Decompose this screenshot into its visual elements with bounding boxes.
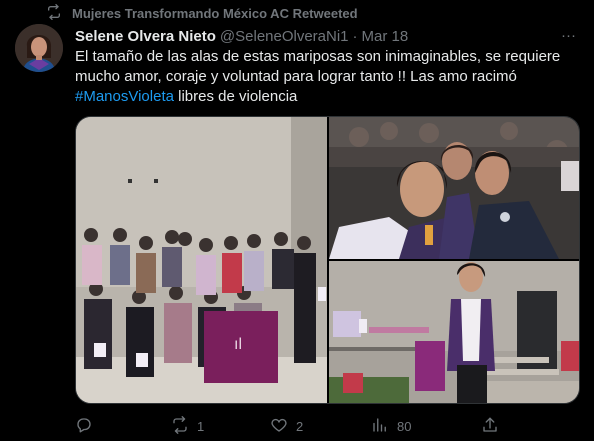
separator-dot: · (352, 27, 358, 45)
group-photo-with-banner[interactable]: ıl (76, 117, 327, 403)
retweet-label: Mujeres Transformando México AC Retweete… (72, 5, 358, 21)
svg-text:ıl: ıl (234, 336, 242, 353)
like-count: 2 (296, 418, 304, 434)
share-button[interactable] (481, 416, 507, 437)
reply-icon (75, 416, 93, 437)
woman-speaking-photo[interactable] (329, 261, 579, 403)
retweet-icon (171, 415, 189, 437)
tweet-body: El tamaño de las alas de estas mariposas… (75, 48, 561, 85)
avatar[interactable] (15, 24, 63, 72)
author-name[interactable]: Selene Olvera Nieto (75, 28, 216, 45)
tweet-text: El tamaño de las alas de estas mariposas… (75, 47, 580, 107)
views-count: 80 (397, 418, 412, 434)
share-icon (481, 416, 499, 437)
author-handle[interactable]: @SeleneOlveraNi1 (220, 28, 349, 45)
views-icon (371, 416, 389, 437)
tweet-date[interactable]: Mar 18 (362, 28, 409, 45)
like-button[interactable]: 2 (270, 416, 303, 437)
selfie-photo[interactable] (329, 117, 579, 259)
more-options-icon[interactable]: ··· (561, 27, 576, 44)
tweet-actions: 1 2 80 (75, 412, 580, 440)
retweet-count: 1 (197, 418, 205, 434)
hashtag-link[interactable]: #ManosVioleta (75, 88, 174, 105)
heart-icon (270, 416, 288, 437)
views-button[interactable]: 80 (371, 416, 411, 437)
reply-button[interactable] (75, 416, 101, 437)
tweet-text-tail: libres de violencia (173, 88, 298, 105)
retweet-indicator[interactable]: Mujeres Transformando México AC Retweete… (46, 3, 358, 23)
media-grid: ıl (75, 116, 580, 404)
tweet-header: Selene Olvera Nieto @SeleneOlveraNi1 · M… (75, 26, 408, 46)
retweet-icon (46, 3, 62, 23)
retweet-button[interactable]: 1 (171, 415, 205, 437)
